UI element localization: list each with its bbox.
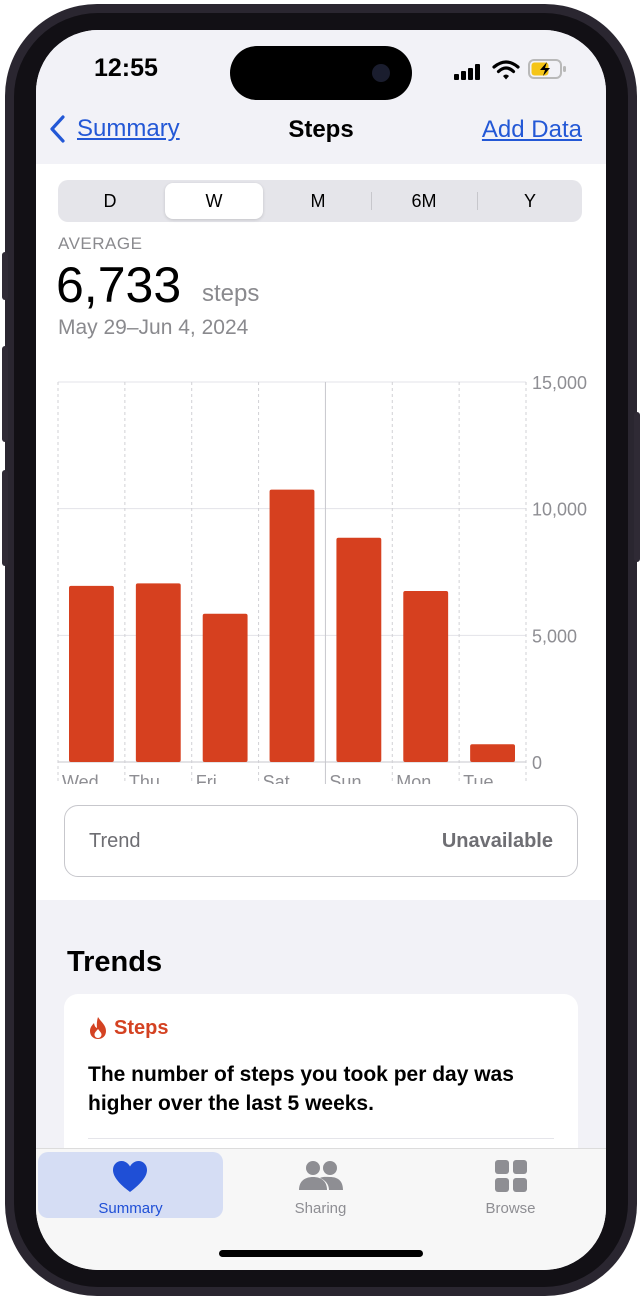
period-segmented-control: D W M 6M Y (58, 180, 582, 222)
wifi-icon (492, 59, 520, 86)
tab-browse[interactable]: Browse (418, 1149, 603, 1219)
side-button-volume-up (2, 346, 8, 442)
segment-divider (477, 192, 478, 210)
average-label: AVERAGE (58, 234, 143, 253)
screen: 12:55 Summary Steps Add Data D W M 6M Y … (36, 30, 606, 1270)
average-unit: steps (202, 280, 260, 307)
trend-card-text: The number of steps you took per day was… (88, 1063, 514, 1115)
x-tick-label: Mon (396, 772, 431, 784)
x-tick-label: Tue (463, 772, 493, 784)
x-tick-label: Sun (329, 772, 361, 784)
segment-divider (371, 192, 372, 210)
tab-sharing-label: Sharing (294, 1200, 347, 1217)
side-button-volume-down (2, 470, 8, 566)
trends-heading: Trends (67, 946, 163, 978)
bar-sun (336, 537, 382, 762)
x-tick-label: Thu (129, 772, 160, 784)
people-icon (299, 1161, 343, 1190)
flame-icon (90, 1017, 106, 1039)
y-tick-label: 0 (532, 753, 542, 773)
steps-bar-chart[interactable]: 15,000 10,000 5,000 0 Wed Thu Fri Sat Sun Mon Tue (36, 364, 606, 784)
y-tick-label: 5,000 (532, 626, 577, 646)
trend-label: Trend (89, 830, 141, 852)
segment-year[interactable]: Y (480, 180, 580, 222)
bar-mon (403, 591, 449, 762)
bar-tue (470, 744, 515, 762)
segment-day[interactable]: D (60, 180, 160, 222)
x-tick-label: Wed (62, 772, 99, 784)
segment-week[interactable]: W (165, 180, 263, 222)
average-value: 6,733 (56, 257, 182, 313)
trend-card-header: Steps (88, 1016, 168, 1040)
navigation-bar: Summary Steps Add Data (36, 110, 606, 164)
home-indicator[interactable] (219, 1250, 423, 1257)
trend-value: Unavailable (441, 830, 553, 852)
trend-row[interactable]: Trend Unavailable (64, 805, 578, 877)
bar-sat (269, 489, 315, 762)
grid-icon (495, 1160, 527, 1192)
segment-month[interactable]: M (268, 180, 368, 222)
tab-summary-label: Summary (98, 1200, 163, 1217)
side-button-action (2, 252, 8, 300)
bar-thu (135, 583, 181, 762)
tab-sharing[interactable]: Sharing (228, 1149, 413, 1219)
status-time: 12:55 (94, 54, 158, 82)
battery-icon (528, 58, 568, 85)
steps-card: D W M 6M Y AVERAGE 6,733 steps May 29–Ju… (36, 164, 606, 900)
tab-browse-label: Browse (485, 1200, 536, 1217)
front-camera (372, 64, 390, 82)
side-button-power (634, 412, 640, 562)
status-bar: 12:55 (36, 30, 606, 120)
add-data-button[interactable]: Add Data (482, 116, 582, 144)
tab-summary[interactable]: Summary (38, 1152, 223, 1218)
y-tick-label: 15,000 (532, 373, 587, 393)
x-tick-label: Fri (196, 772, 217, 784)
heart-icon (113, 1161, 147, 1192)
signal-icon (454, 64, 482, 80)
trend-card-title: Steps (114, 1016, 169, 1039)
bar-fri (202, 613, 248, 762)
x-tick-label: Sat (263, 772, 290, 784)
segment-six-months[interactable]: 6M (374, 180, 474, 222)
bar-wed (69, 585, 114, 762)
y-tick-label: 10,000 (532, 500, 587, 520)
date-range: May 29–Jun 4, 2024 (58, 316, 249, 339)
trend-card-divider (88, 1138, 554, 1139)
